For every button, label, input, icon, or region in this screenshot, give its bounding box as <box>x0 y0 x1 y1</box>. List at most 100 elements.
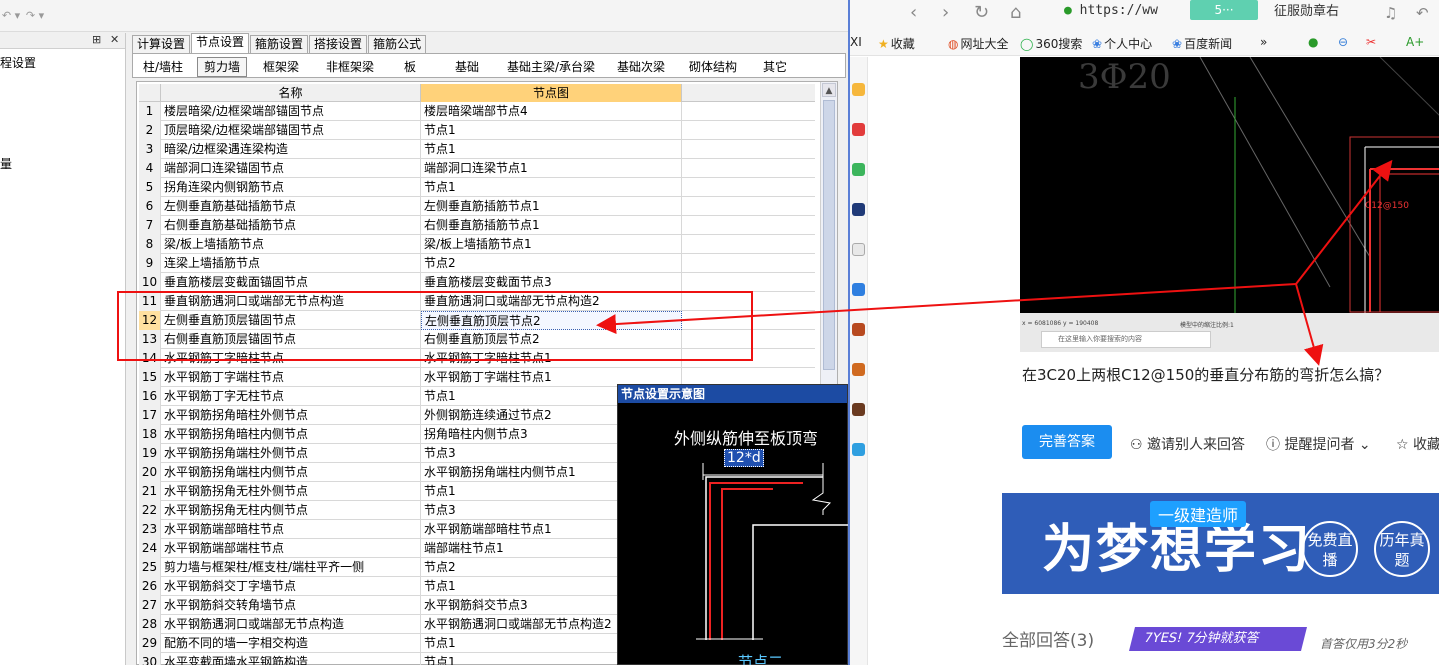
name-column-header: 名称 <box>161 84 421 102</box>
node-diagram-drawing <box>696 463 848 640</box>
headphones-icon[interactable]: ♫ <box>1384 4 1397 22</box>
node-name-cell: 水平钢筋拐角暗柱内侧节点 <box>161 425 421 444</box>
bookmark-item[interactable]: ◍ 网址大全 <box>948 35 1009 52</box>
bookmark-item[interactable]: ❀ 百度新闻 <box>1172 35 1232 52</box>
minus-circle-icon[interactable]: ⊖ <box>1338 35 1348 49</box>
pin-icon[interactable]: ⊞ <box>92 33 101 46</box>
component-tab[interactable]: 板 <box>395 57 425 77</box>
sidebar-game3-icon[interactable] <box>852 403 865 416</box>
sidebar-green-icon[interactable] <box>852 163 865 176</box>
complete-answer-button[interactable]: 完善答案 <box>1022 425 1112 459</box>
sidebar-game2-icon[interactable] <box>852 363 865 376</box>
info-icon: ⓘ <box>1266 437 1285 453</box>
bookmark-label: 百度新闻 <box>1184 37 1233 51</box>
undo-icon[interactable]: ↶ ▾ <box>0 6 22 26</box>
table-row[interactable]: 5 拐角连梁内侧钢筋节点 节点1 <box>139 178 815 197</box>
node-diagram-cell[interactable]: 节点1 <box>421 121 682 140</box>
row-number: 9 <box>139 254 161 273</box>
sidebar-weibo-icon[interactable] <box>852 123 865 136</box>
table-row[interactable]: 8 梁/板上墙插筋节点 梁/板上墙插筋节点1 <box>139 235 815 254</box>
node-name-cell: 水平钢筋端部暗柱节点 <box>161 520 421 539</box>
component-tab[interactable]: 非框架梁 <box>313 57 387 77</box>
translate-icon[interactable]: A+ <box>1406 35 1424 49</box>
scissors-icon[interactable]: ✂ <box>1366 35 1376 49</box>
node-diagram-cell[interactable]: 楼层暗梁端部节点4 <box>421 102 682 121</box>
component-tab[interactable]: 剪力墙 <box>197 57 247 77</box>
question-title: 在3C20上两根C12@150的垂直分布筋的弯折怎么搞？ <box>1022 366 1390 384</box>
redo-icon[interactable]: ↷ ▾ <box>24 6 46 26</box>
component-tab[interactable]: 基础 <box>447 57 487 77</box>
node-diagram-cell[interactable]: 垂直筋楼层变截面节点3 <box>421 273 682 292</box>
component-tab[interactable]: 框架梁 <box>255 57 307 77</box>
bookmark-prefix[interactable]: XI <box>850 35 862 49</box>
table-row[interactable]: 10 垂直筋楼层变截面锚固节点 垂直筋楼层变截面节点3 <box>139 273 815 292</box>
bookmark-item[interactable]: ❀ 个人中心 <box>1092 35 1152 52</box>
component-tab[interactable]: 基础次梁 <box>611 57 671 77</box>
component-tab[interactable]: 基础主梁/承台梁 <box>499 57 603 77</box>
ad-banner[interactable]: 为梦想学习 一级建造师 免费直播 历年真题 <box>1002 493 1439 594</box>
remind-action[interactable]: ⓘ 提醒提问者 ⌄ <box>1266 434 1371 454</box>
table-row[interactable]: 3 暗梁/边框梁遇连梁构造 节点1 <box>139 140 815 159</box>
settings-tab[interactable]: 搭接设置 <box>309 35 368 53</box>
back-icon[interactable]: ‹ <box>910 2 917 23</box>
table-row[interactable]: 7 右侧垂直筋基础插筋节点 右侧垂直筋插筋节点1 <box>139 216 815 235</box>
scroll-up-icon[interactable]: ▲ <box>822 83 836 97</box>
refresh-icon[interactable]: ↻ <box>974 2 989 23</box>
component-tab[interactable]: 其它 <box>755 57 795 77</box>
sidebar-game-icon[interactable] <box>852 323 865 336</box>
node-diagram-cell[interactable]: 节点1 <box>421 178 682 197</box>
bookmark-item[interactable]: ◯ 360搜索 <box>1020 35 1082 52</box>
settings-tab[interactable]: 箍筋设置 <box>250 35 309 53</box>
table-row[interactable]: 4 端部洞口连梁锚固节点 端部洞口连梁节点1 <box>139 159 815 178</box>
node-column-header: 节点图 <box>421 84 682 102</box>
bookmark-item[interactable]: ★ 收藏 <box>878 35 915 52</box>
settings-tab[interactable]: 箍筋公式 <box>368 35 427 53</box>
component-tab[interactable]: 砌体结构 <box>679 57 747 77</box>
settings-tab[interactable]: 节点设置 <box>191 33 250 53</box>
sidebar-app-icon[interactable] <box>852 203 865 216</box>
sidebar-blue-icon[interactable] <box>852 283 865 296</box>
question-image[interactable]: 3Φ20 C12@150 x = 6081086 y = 190408 模型中的… <box>1020 57 1439 352</box>
table-row[interactable]: 2 顶层暗梁/边框梁端部锚固节点 节点1 <box>139 121 815 140</box>
node-diagram-cell[interactable]: 左侧垂直筋插筋节点1 <box>421 197 682 216</box>
node-diagram-cell[interactable]: 节点1 <box>421 140 682 159</box>
past-exams-button[interactable]: 历年真题 <box>1374 521 1430 577</box>
tree-item-label[interactable]: 程设置 <box>0 54 36 71</box>
ratio-text: 模型中的缩注比例:1 <box>1180 322 1234 329</box>
remind-label: 提醒提问者 <box>1284 437 1355 453</box>
free-live-button[interactable]: 免费直播 <box>1302 521 1358 577</box>
forward-icon[interactable]: › <box>942 2 949 23</box>
settings-tab[interactable]: 计算设置 <box>132 35 191 53</box>
home-icon[interactable]: ⌂ <box>1010 2 1021 23</box>
node-name-cell: 右侧垂直筋基础插筋节点 <box>161 216 421 235</box>
node-diagram-cell[interactable]: 右侧垂直筋插筋节点1 <box>421 216 682 235</box>
invite-action[interactable]: ⚇ 邀请别人来回答 <box>1130 434 1245 454</box>
close-icon[interactable]: ✕ <box>110 33 119 46</box>
tree-item-fragment[interactable]: 量 <box>0 155 12 172</box>
node-diagram-cell[interactable]: 节点2 <box>421 254 682 273</box>
node-name-cell: 楼层暗梁/边框梁端部锚固节点 <box>161 102 421 121</box>
bookmarks-more-icon[interactable]: » <box>1260 35 1267 49</box>
search360-icon: ◯ <box>1020 37 1034 51</box>
node-name-cell: 连梁上墙插筋节点 <box>161 254 421 273</box>
sidebar-doc-icon[interactable] <box>852 243 865 256</box>
favorite-action[interactable]: ☆ 收藏 <box>1396 434 1439 454</box>
wechat-icon[interactable]: ● <box>1308 35 1318 49</box>
node-diagram-cell[interactable]: 梁/板上墙插筋节点1 <box>421 235 682 254</box>
node-name-cell: 水平钢筋斜交丁字墙节点 <box>161 577 421 596</box>
row-number: 28 <box>139 615 161 634</box>
search-box[interactable]: 征服勋章右 <box>1274 0 1339 19</box>
sidebar-star-icon[interactable] <box>852 83 865 96</box>
component-tab[interactable]: 柱/墙柱 <box>137 57 189 77</box>
tab-chip[interactable]: 5··· <box>1190 0 1258 20</box>
node-name-cell: 水平钢筋拐角无柱外侧节点 <box>161 482 421 501</box>
table-row[interactable]: 1 楼层暗梁/边框梁端部锚固节点 楼层暗梁端部节点4 <box>139 102 815 121</box>
table-row[interactable]: 6 左侧垂直筋基础插筋节点 左侧垂直筋插筋节点1 <box>139 197 815 216</box>
undo-icon[interactable]: ↶ <box>1416 4 1429 22</box>
sidebar-cloud-icon[interactable] <box>852 443 865 456</box>
table-row[interactable]: 9 连梁上墙插筋节点 节点2 <box>139 254 815 273</box>
node-diagram-cell[interactable]: 端部洞口连梁节点1 <box>421 159 682 178</box>
scroll-thumb[interactable] <box>823 100 835 370</box>
node-name-cell: 水平钢筋丁字无柱节点 <box>161 387 421 406</box>
cad-drawing <box>1199 57 1439 317</box>
